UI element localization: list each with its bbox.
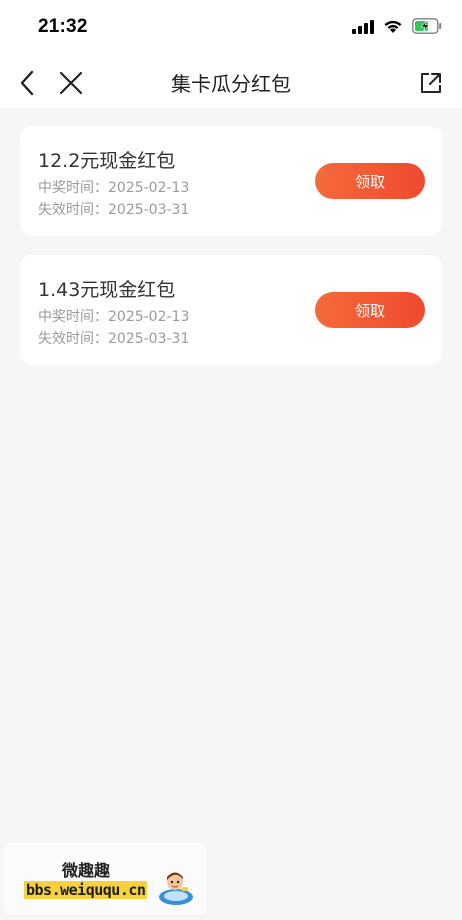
mascot-icon [156, 867, 196, 907]
share-button[interactable] [414, 66, 448, 100]
wifi-icon [383, 19, 403, 38]
status-bar: 21:32 [0, 0, 462, 58]
status-time: 21:32 [38, 16, 88, 37]
watermark: 微趣趣 bbs.weiququ.cn [4, 843, 206, 915]
watermark-name: 微趣趣 [62, 861, 111, 880]
won-time: 中奖时间：2025-02-13 [38, 177, 189, 197]
reward-title: 12.2元现金红包 [38, 150, 176, 172]
cellular-signal-icon [352, 19, 374, 38]
expire-time-label: 失效时间： [38, 202, 108, 218]
battery-charging-icon [412, 18, 442, 38]
reward-title: 1.43元现金红包 [38, 279, 176, 301]
claim-button[interactable]: 领取 [315, 292, 425, 328]
screen: 21:32 集卡瓜分红包 12.2元现金红包 中奖时间：2025-02-13 失… [0, 0, 462, 920]
won-time-value: 2025-02-13 [108, 309, 190, 325]
won-time-label: 中奖时间： [38, 180, 108, 196]
expire-time-value: 2025-03-31 [108, 331, 190, 347]
expire-time: 失效时间：2025-03-31 [38, 199, 189, 219]
won-time: 中奖时间：2025-02-13 [38, 306, 189, 326]
reward-card: 12.2元现金红包 中奖时间：2025-02-13 失效时间：2025-03-3… [20, 126, 442, 236]
claim-button[interactable]: 领取 [315, 163, 425, 199]
expire-time-label: 失效时间： [38, 331, 108, 347]
expire-time: 失效时间：2025-03-31 [38, 328, 189, 348]
reward-card: 1.43元现金红包 中奖时间：2025-02-13 失效时间：2025-03-3… [20, 255, 442, 365]
expire-time-value: 2025-03-31 [108, 202, 190, 218]
status-icons [352, 18, 442, 38]
watermark-url: bbs.weiququ.cn [24, 881, 148, 899]
page-title: 集卡瓜分红包 [171, 72, 291, 96]
share-icon [421, 73, 441, 93]
won-time-value: 2025-02-13 [108, 180, 190, 196]
won-time-label: 中奖时间： [38, 309, 108, 325]
nav-bar: 集卡瓜分红包 [0, 58, 462, 108]
